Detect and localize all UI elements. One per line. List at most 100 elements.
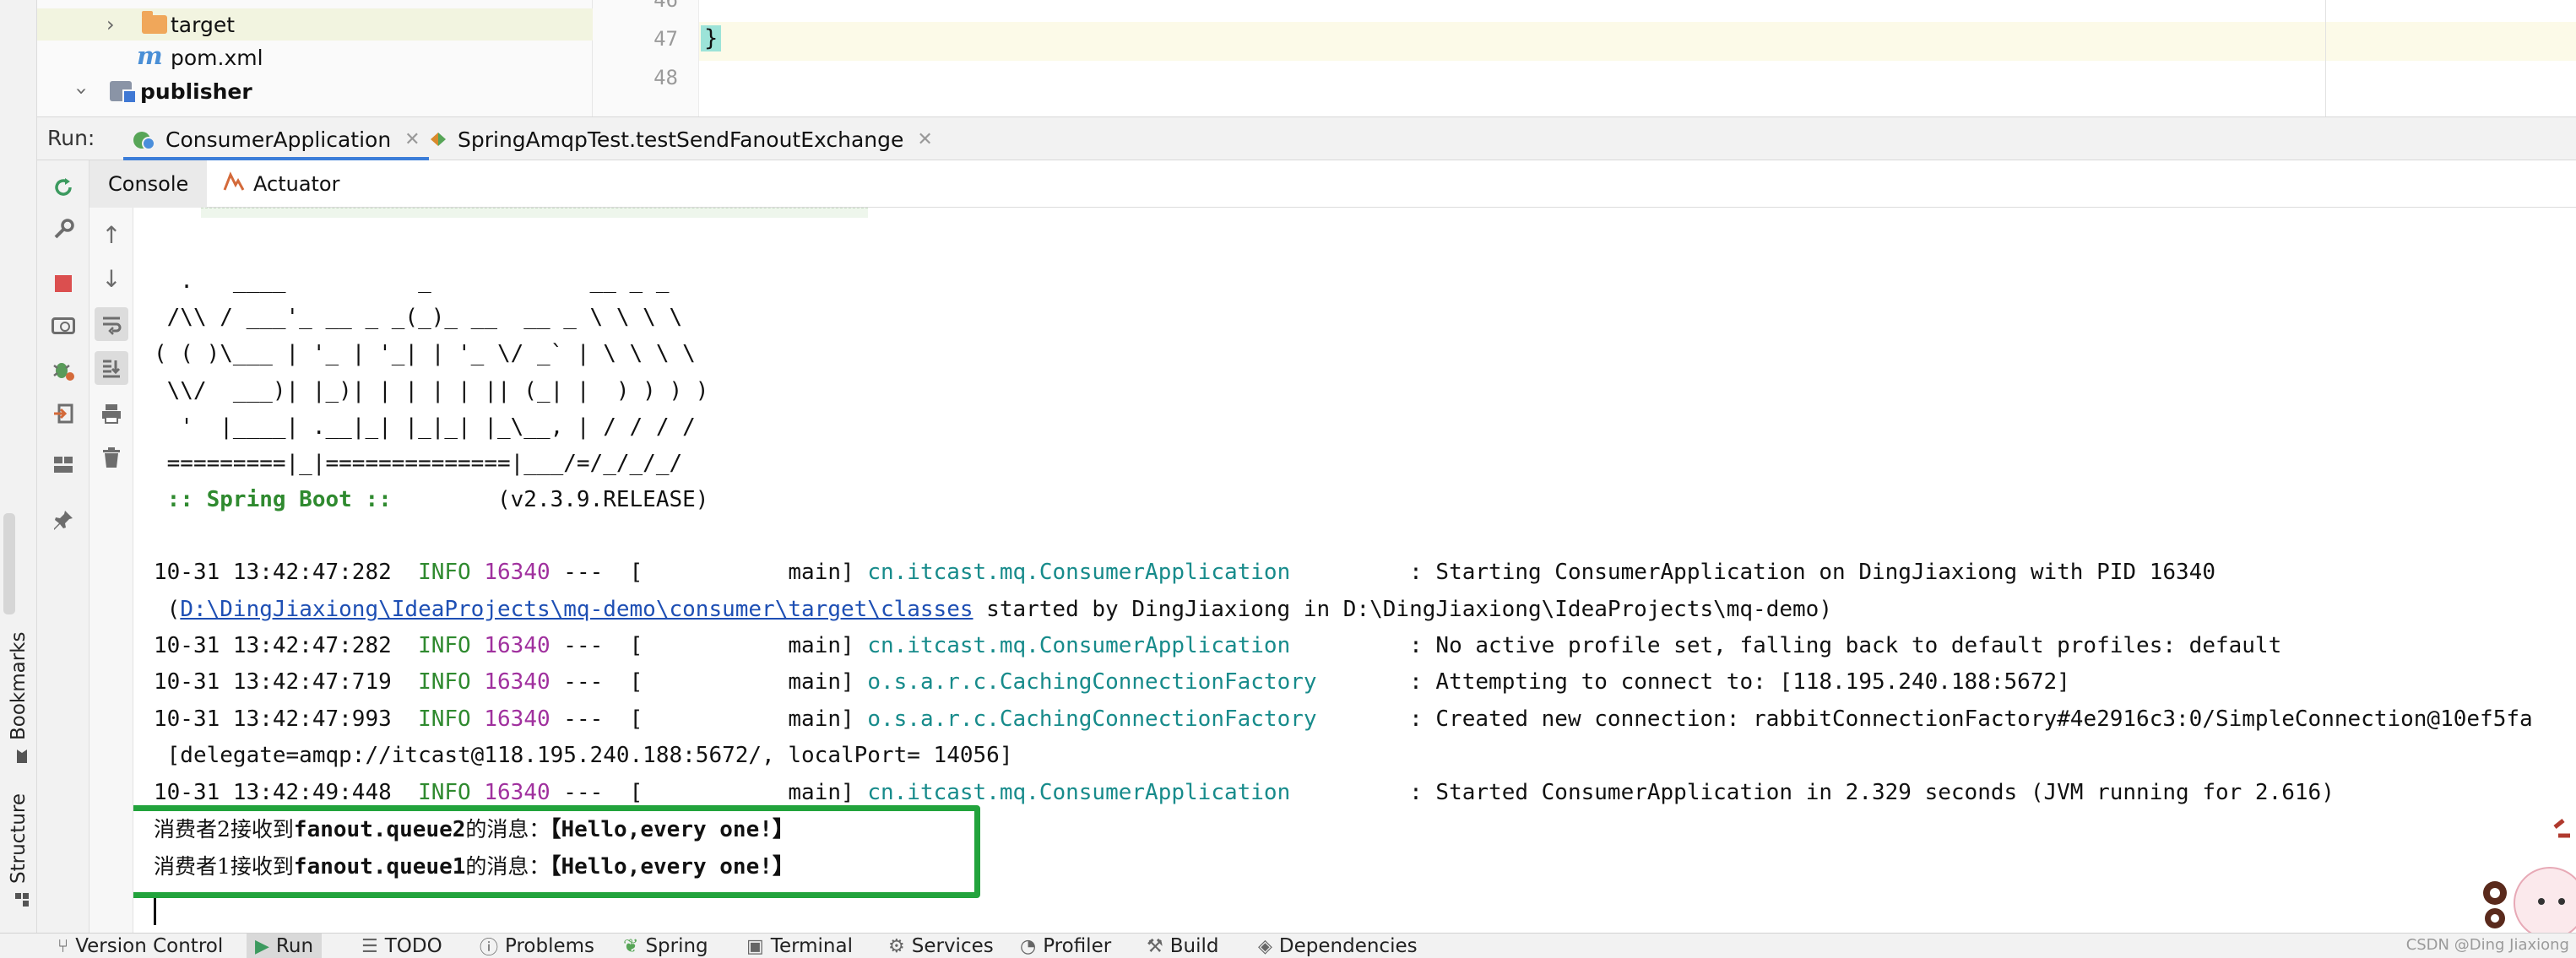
tab-spring-amqp-test[interactable]: SpringAmqpTest.testSendFanoutExchange ✕	[429, 117, 933, 161]
tool-run[interactable]: ▶ Run	[247, 934, 323, 958]
structure-label: Structure	[8, 793, 30, 884]
chevron-right-icon[interactable]: ›	[106, 13, 115, 36]
tree-item-publisher[interactable]: › publisher	[37, 75, 593, 107]
banner-line: . ____ _ __ _ _	[154, 268, 670, 294]
log-level: INFO	[418, 706, 471, 732]
line-number: 46	[653, 0, 678, 12]
scroll-to-end-icon[interactable]	[95, 351, 128, 385]
log-message: : Starting ConsumerApplication on DingJi…	[1290, 560, 2215, 585]
log-pid: 16340	[484, 560, 550, 585]
tool-build[interactable]: ⚒ Build	[1147, 934, 1218, 958]
tool-todo[interactable]: ☰ TODO	[361, 934, 442, 958]
console-output[interactable]: . ____ _ __ _ _ /\\ / ___'_ __ _ _(_)_ _…	[133, 208, 2576, 933]
log-timestamp: 10-31 13:42:47:993	[154, 706, 392, 732]
folder-icon	[142, 11, 167, 34]
log-thread: --- [ main]	[563, 780, 854, 805]
tab-actuator[interactable]: Actuator	[204, 160, 358, 208]
chevron-down-icon[interactable]: ›	[70, 87, 94, 95]
maven-icon: m	[137, 41, 163, 70]
line-number: 47	[653, 27, 678, 51]
log-logger: o.s.a.r.c.CachingConnectionFactory	[867, 706, 1317, 732]
terminal-icon: ▣	[746, 935, 764, 957]
tool-problems[interactable]: ⓘ Problems	[480, 934, 594, 958]
log-message: : No active profile set, falling back to…	[1290, 633, 2282, 658]
pin-icon[interactable]	[46, 503, 80, 537]
exit-icon[interactable]	[46, 397, 80, 430]
tool-profiler[interactable]: ◔ Profiler	[1020, 934, 1111, 958]
run-actions-toolbar	[37, 160, 89, 933]
run-label: Run:	[47, 126, 95, 150]
tool-dependencies[interactable]: ◈ Dependencies	[1258, 934, 1418, 958]
trash-icon[interactable]	[95, 441, 128, 474]
log-level: INFO	[418, 780, 471, 805]
tool-spring[interactable]: ❦ Spring	[623, 934, 708, 958]
log-timestamp: 10-31 13:42:47:282	[154, 560, 392, 585]
left-tool-stripe: Bookmarks Structure	[0, 0, 37, 933]
spring-boot-version-line: :: Spring Boot :: (v2.3.9.RELEASE)	[154, 482, 709, 518]
close-icon[interactable]: ✕	[404, 129, 420, 150]
tool-label: Run	[275, 935, 314, 957]
structure-tool-button[interactable]: Structure	[0, 793, 37, 907]
actuator-icon	[223, 170, 245, 198]
arrow-down-icon[interactable]: ↓	[95, 262, 128, 295]
branch-icon: ⑂	[57, 935, 69, 957]
arrow-up-icon[interactable]: ↑	[95, 218, 128, 252]
line-number-gutter: 46 47 48	[593, 0, 699, 116]
profiler-icon: ◔	[1020, 935, 1037, 957]
spring-app-icon	[132, 128, 155, 150]
hammer-icon: ⚒	[1147, 935, 1163, 957]
stop-icon[interactable]	[46, 267, 80, 300]
tool-terminal[interactable]: ▣ Terminal	[746, 934, 853, 958]
tool-window-bar: ⑂ Version Control ▶ Run ☰ TODO ⓘ Problem…	[0, 933, 2576, 958]
debug-bug-icon[interactable]	[46, 353, 80, 387]
spring-boot-version: (v2.3.9.RELEASE)	[404, 487, 709, 512]
bookmark-icon	[11, 749, 27, 764]
tab-console[interactable]: Console	[89, 160, 208, 208]
tool-label: Problems	[505, 935, 595, 957]
log-timestamp: 10-31 13:42:49:448	[154, 780, 392, 805]
wrench-icon[interactable]	[46, 213, 80, 246]
tool-label: Build	[1169, 935, 1219, 957]
tab-label: Console	[108, 172, 189, 196]
watermark-text: CSDN @Ding Jiaxiong	[2405, 936, 2569, 954]
log-line: 10-31 13:42:47:719 INFO 16340 --- [ main…	[154, 664, 2070, 701]
services-icon: ⚙	[888, 935, 905, 957]
tree-item-pom[interactable]: m pom.xml	[37, 41, 593, 73]
log-pid: 16340	[484, 780, 550, 805]
close-icon[interactable]: ✕	[917, 129, 932, 150]
run-icon: ▶	[255, 935, 269, 957]
log-pid: 16340	[484, 706, 550, 732]
log-pid: 16340	[484, 633, 550, 658]
log-level: INFO	[418, 560, 471, 585]
tool-services[interactable]: ⚙ Services	[888, 934, 994, 958]
classes-path-link[interactable]: D:\DingJiaxiong\IdeaProjects\mq-demo\con…	[180, 597, 973, 622]
tool-label: Dependencies	[1278, 935, 1418, 957]
bookmarks-tool-button[interactable]: Bookmarks	[0, 629, 37, 764]
console-subtabs: Console Actuator	[89, 160, 2576, 208]
log-logger: cn.itcast.mq.ConsumerApplication	[867, 560, 1291, 585]
print-icon[interactable]	[95, 397, 128, 430]
tree-item-label: target	[171, 12, 236, 37]
tool-version-control[interactable]: ⑂ Version Control	[57, 934, 223, 958]
dependencies-icon: ◈	[1258, 935, 1272, 957]
log-continuation-line: [delegate=amqp://itcast@118.195.240.188:…	[154, 743, 1013, 768]
soft-wrap-icon[interactable]	[95, 307, 128, 341]
log-message: : Created new connection: rabbitConnecti…	[1316, 706, 2533, 732]
bookmarks-label: Bookmarks	[8, 631, 30, 741]
tree-item-target[interactable]: › target	[37, 8, 593, 41]
layout-icon[interactable]	[46, 447, 80, 481]
previous-output-strip	[201, 208, 868, 218]
tool-label: Profiler	[1043, 935, 1112, 957]
tab-consumer-application[interactable]: ConsumerApplication ✕	[123, 117, 429, 161]
tool-label: Version Control	[75, 935, 224, 957]
rerun-icon[interactable]	[46, 170, 80, 204]
stripe-drag-handle[interactable]	[3, 513, 15, 614]
tool-label: Services	[911, 935, 994, 957]
module-icon	[110, 81, 137, 104]
log-line: 10-31 13:42:47:282 INFO 16340 --- [ main…	[154, 628, 2281, 664]
log-logger: cn.itcast.mq.ConsumerApplication	[867, 633, 1291, 658]
log-thread: --- [ main]	[563, 706, 854, 732]
camera-icon[interactable]	[46, 309, 80, 343]
banner-line: /\\ / ___'_ __ _ _(_)_ __ __ _ \ \ \ \	[154, 305, 683, 330]
code-editor[interactable]: 46 47 48 }	[593, 0, 2576, 116]
